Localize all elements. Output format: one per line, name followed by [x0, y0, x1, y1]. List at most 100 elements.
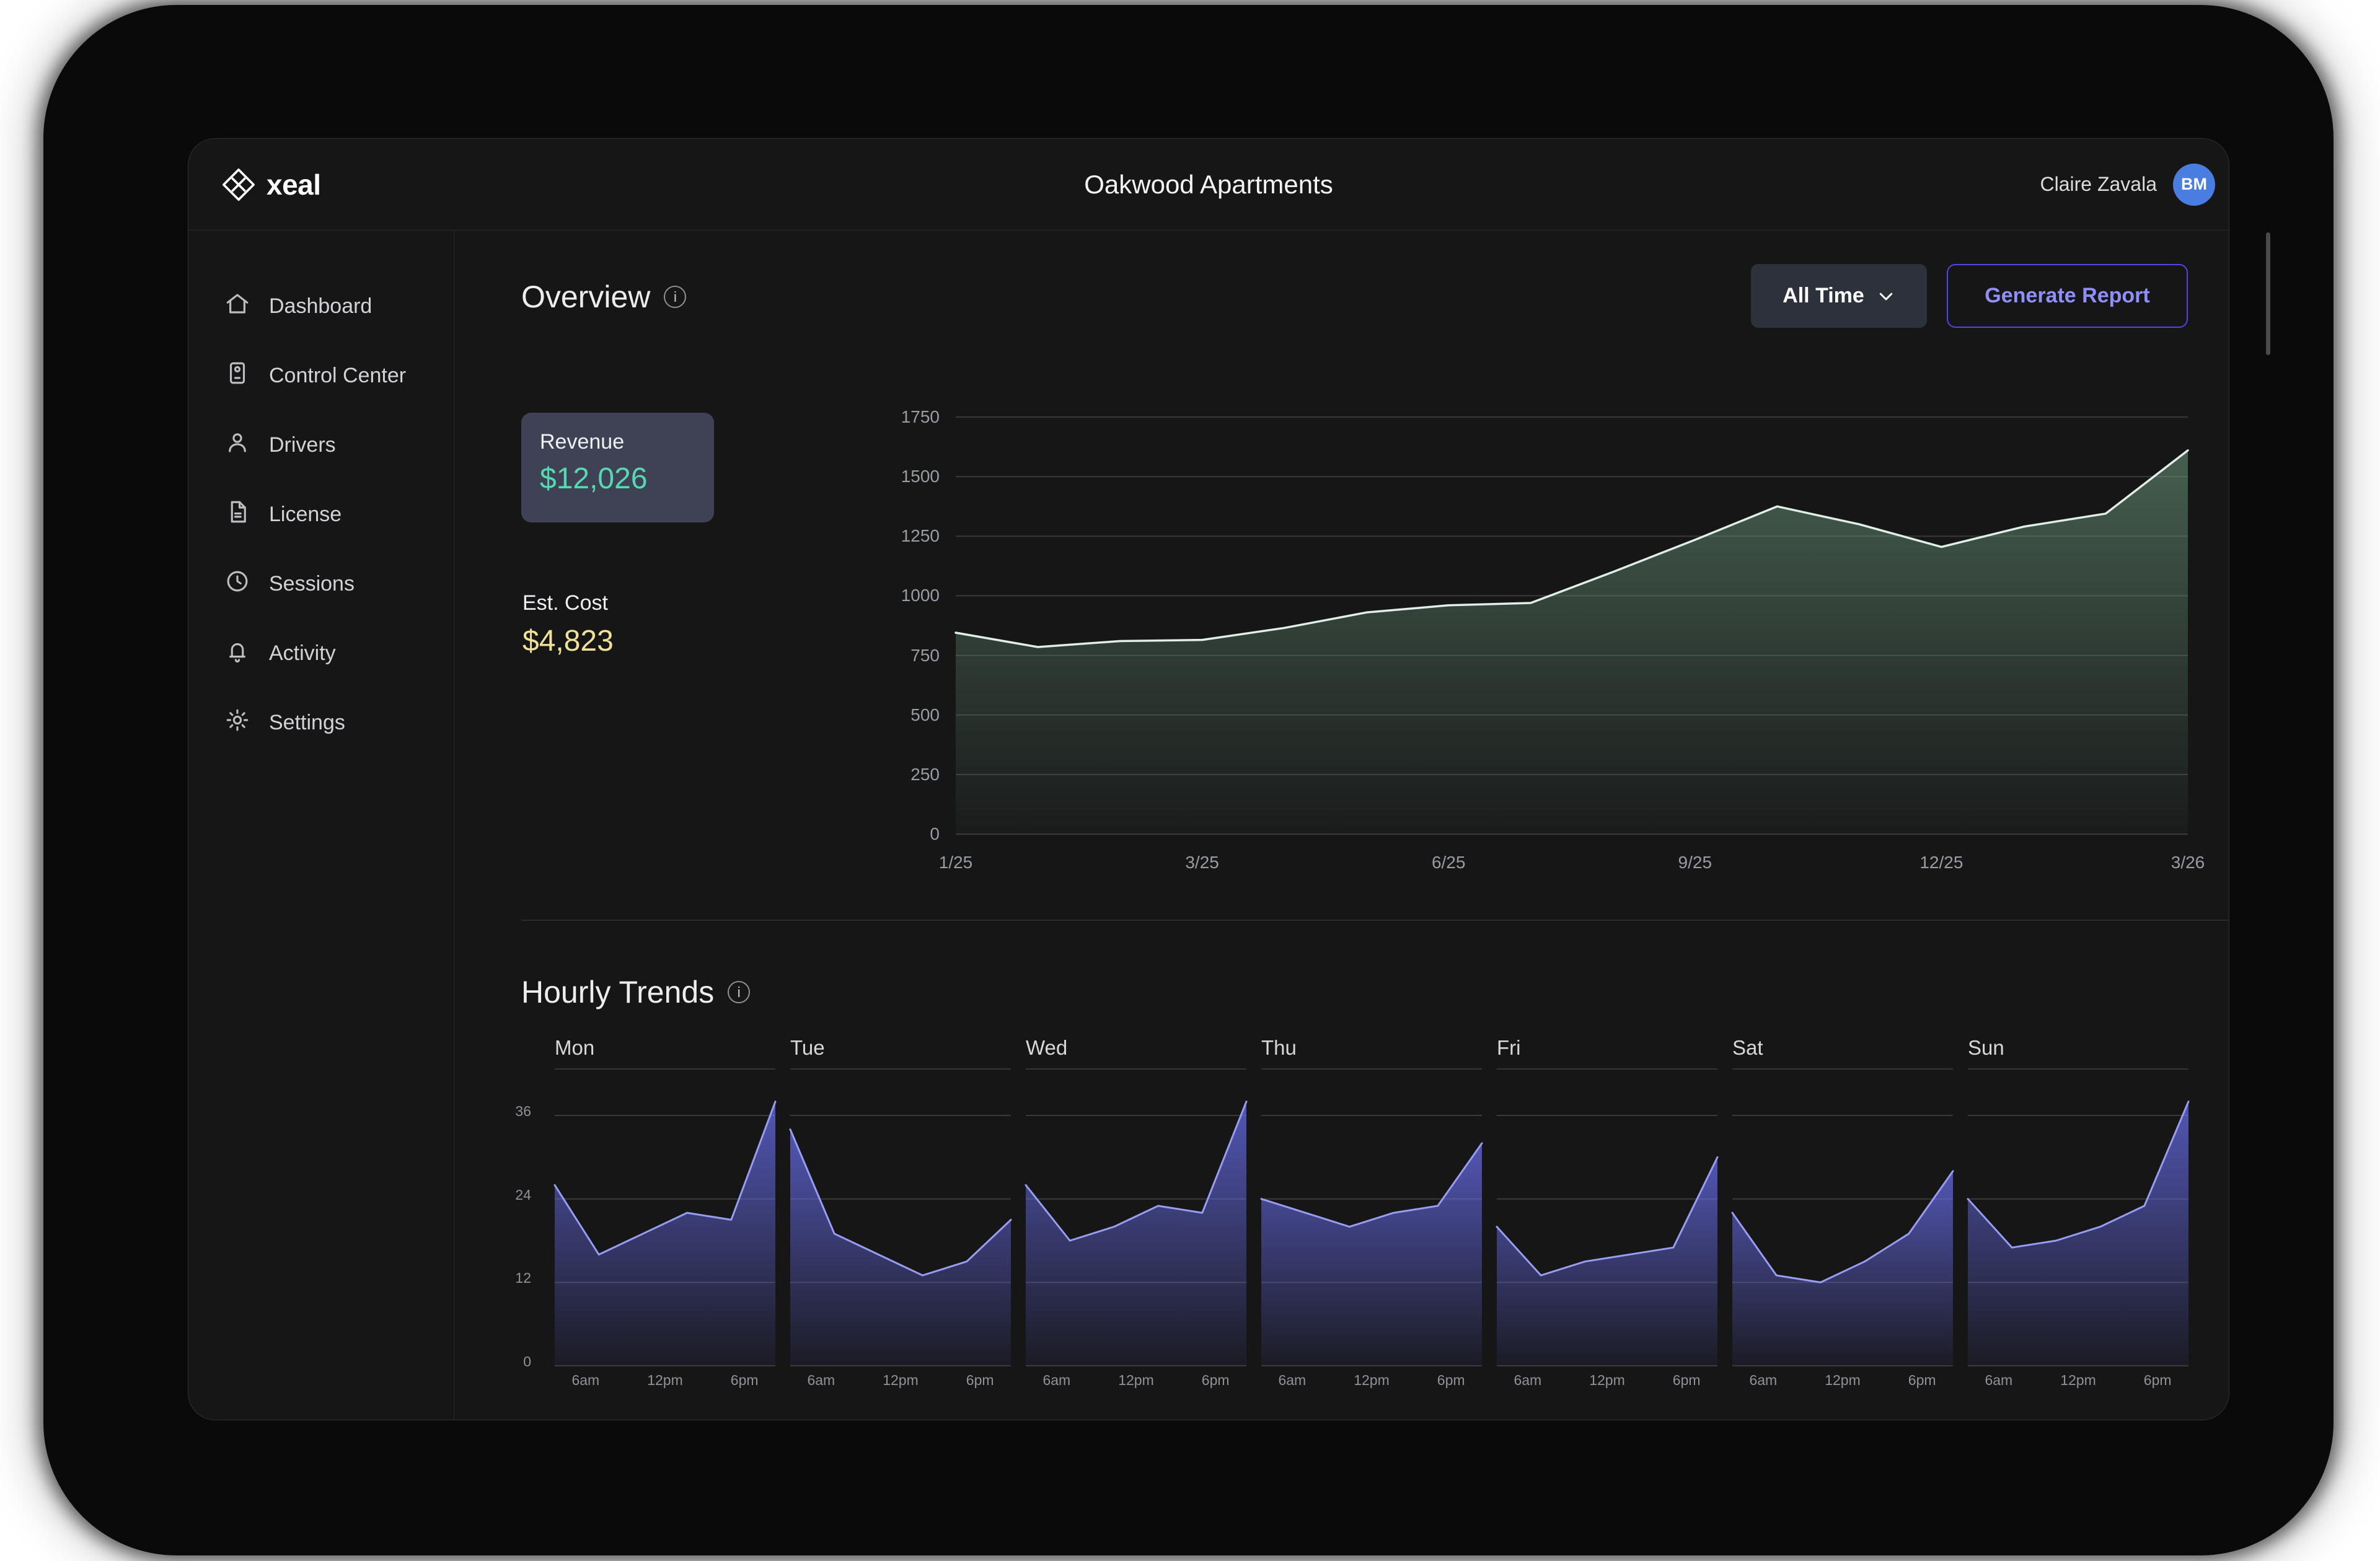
info-icon[interactable]: i — [728, 981, 751, 1003]
day-label: Sat — [1732, 1036, 1953, 1070]
y-tick-label: 0 — [930, 824, 940, 843]
x-tick-label: 6am — [1985, 1372, 2013, 1388]
revenue-value: $12,026 — [540, 462, 648, 495]
x-tick-label: 12pm — [883, 1372, 919, 1388]
sidebar-item-label: License — [269, 502, 342, 526]
mini-chart-svg — [1260, 1115, 1483, 1366]
x-tick-label: 6pm — [966, 1372, 994, 1388]
y-tick-label: 500 — [910, 705, 940, 724]
revenue-x-axis: 1/25 3/25 6/25 9/25 12/25 3/26 — [939, 853, 2205, 874]
mini-chart-thu: Thu 6am 12pm 6pm — [1260, 1036, 1483, 1389]
sidebar-item-label: Sessions — [269, 571, 355, 596]
est-cost-block: Est. Cost $4,823 — [522, 591, 614, 658]
y-tick-label: 1750 — [901, 407, 940, 426]
overview-controls: All Time Generate Report — [1751, 264, 2188, 328]
y-tick-label: 12 — [515, 1270, 531, 1286]
revenue-chart-svg — [954, 416, 2189, 835]
y-tick-label: 250 — [910, 764, 940, 784]
y-tick-label: 1250 — [901, 526, 940, 546]
mini-chart-svg — [1967, 1101, 2190, 1366]
mini-chart-svg — [1025, 1101, 1248, 1366]
mini-chart-svg — [1731, 1115, 1954, 1366]
sidebar: Dashboard Control Center Drivers License… — [188, 231, 454, 1420]
x-tick-label: 6pm — [1201, 1372, 1230, 1388]
x-tick-label: 6pm — [1672, 1372, 1701, 1388]
sidebar-item-license[interactable]: License — [188, 480, 454, 549]
user-name: Claire Zavala — [2040, 173, 2157, 195]
license-icon — [224, 499, 250, 530]
revenue-card: Revenue $12,026 — [521, 413, 714, 522]
x-tick-label: 12pm — [647, 1372, 683, 1388]
x-tick-label: 6pm — [1908, 1372, 1936, 1388]
sidebar-item-sessions[interactable]: Sessions — [188, 549, 454, 618]
drivers-icon — [224, 429, 250, 461]
app-header: xeal Oakwood Apartments Claire Zavala BM — [188, 139, 2229, 231]
x-tick-label: 3/26 — [2171, 853, 2205, 872]
site-title: Oakwood Apartments — [1084, 169, 1333, 199]
x-tick-label: 6pm — [1437, 1372, 1465, 1388]
section-divider — [521, 920, 2229, 921]
day-label: Mon — [555, 1036, 775, 1070]
hourly-charts: Mon 6am 12pm 6pm Tue 6am 12pm 6pm Wed 6am 12pm 6pm T… — [553, 1036, 2190, 1389]
generate-report-label: Generate Report — [1985, 284, 2150, 307]
x-tick-label: 1/25 — [938, 853, 973, 872]
y-tick-label: 1000 — [901, 586, 940, 605]
x-tick-label: 6pm — [730, 1372, 759, 1388]
y-tick-label: 24 — [515, 1186, 531, 1203]
mini-chart-fri: Fri 6am 12pm 6pm — [1496, 1036, 1719, 1389]
user-menu[interactable]: Claire Zavala BM — [2040, 163, 2215, 206]
app-window: xeal Oakwood Apartments Claire Zavala BM… — [188, 138, 2229, 1420]
mini-chart-mon: Mon 6am 12pm 6pm — [553, 1036, 777, 1389]
hourly-title: Hourly Trends — [521, 975, 715, 1009]
x-tick-label: 12pm — [2060, 1372, 2096, 1388]
gear-icon — [224, 707, 250, 739]
control-center-icon — [224, 360, 250, 392]
tablet-frame: xeal Oakwood Apartments Claire Zavala BM… — [43, 5, 2334, 1555]
mini-chart-svg — [1496, 1115, 1719, 1366]
sidebar-item-label: Control Center — [269, 363, 407, 387]
mini-x-axis: 6am 12pm 6pm — [1026, 1372, 1246, 1389]
est-cost-value: $4,823 — [522, 625, 614, 657]
mini-chart-svg — [789, 1115, 1012, 1366]
mini-chart-svg — [553, 1101, 777, 1366]
mini-x-axis: 6am 12pm 6pm — [1968, 1372, 2188, 1389]
hourly-heading: Hourly Trends i — [521, 974, 751, 1010]
sidebar-item-control-center[interactable]: Control Center — [188, 341, 454, 410]
mini-chart-tue: Tue 6am 12pm 6pm — [789, 1036, 1012, 1389]
sidebar-item-settings[interactable]: Settings — [188, 688, 454, 757]
y-tick-label: 1500 — [901, 467, 940, 486]
main-content: Overview i All Time Generate Report Reve… — [454, 231, 2229, 1420]
day-label: Fri — [1497, 1036, 1717, 1070]
mini-x-axis: 6am 12pm 6pm — [1497, 1372, 1717, 1389]
hourly-y-axis: 0 12 24 36 — [469, 1094, 531, 1370]
bell-icon — [224, 638, 250, 669]
mini-chart-wed: Wed 6am 12pm 6pm — [1025, 1036, 1248, 1389]
x-tick-label: 6pm — [2143, 1372, 2172, 1388]
time-filter-dropdown[interactable]: All Time — [1751, 264, 1927, 328]
sidebar-item-label: Dashboard — [269, 294, 372, 318]
day-label: Tue — [790, 1036, 1011, 1070]
x-tick-label: 12pm — [1354, 1372, 1390, 1388]
day-label: Wed — [1026, 1036, 1246, 1070]
sidebar-item-drivers[interactable]: Drivers — [188, 410, 454, 480]
generate-report-button[interactable]: Generate Report — [1947, 264, 2188, 328]
x-tick-label: 6am — [1042, 1372, 1071, 1388]
x-tick-label: 12pm — [1118, 1372, 1154, 1388]
info-icon[interactable]: i — [664, 286, 687, 308]
clock-icon — [224, 568, 250, 600]
x-tick-label: 3/25 — [1185, 853, 1219, 872]
mini-x-axis: 6am 12pm 6pm — [555, 1372, 775, 1389]
sidebar-item-activity[interactable]: Activity — [188, 618, 454, 688]
mini-x-axis: 6am 12pm 6pm — [1261, 1372, 1482, 1389]
logo: xeal — [221, 167, 321, 203]
logo-text: xeal — [267, 168, 321, 201]
y-tick-label: 36 — [515, 1103, 531, 1120]
mini-chart-sat: Sat 6am 12pm 6pm — [1731, 1036, 1954, 1389]
home-icon — [224, 291, 250, 322]
xeal-logo-icon — [221, 167, 257, 203]
avatar[interactable]: BM — [2173, 163, 2215, 206]
sidebar-item-dashboard[interactable]: Dashboard — [188, 271, 454, 341]
x-tick-label: 6am — [807, 1372, 835, 1388]
chevron-down-icon — [1877, 287, 1895, 306]
sidebar-item-label: Drivers — [269, 433, 336, 457]
